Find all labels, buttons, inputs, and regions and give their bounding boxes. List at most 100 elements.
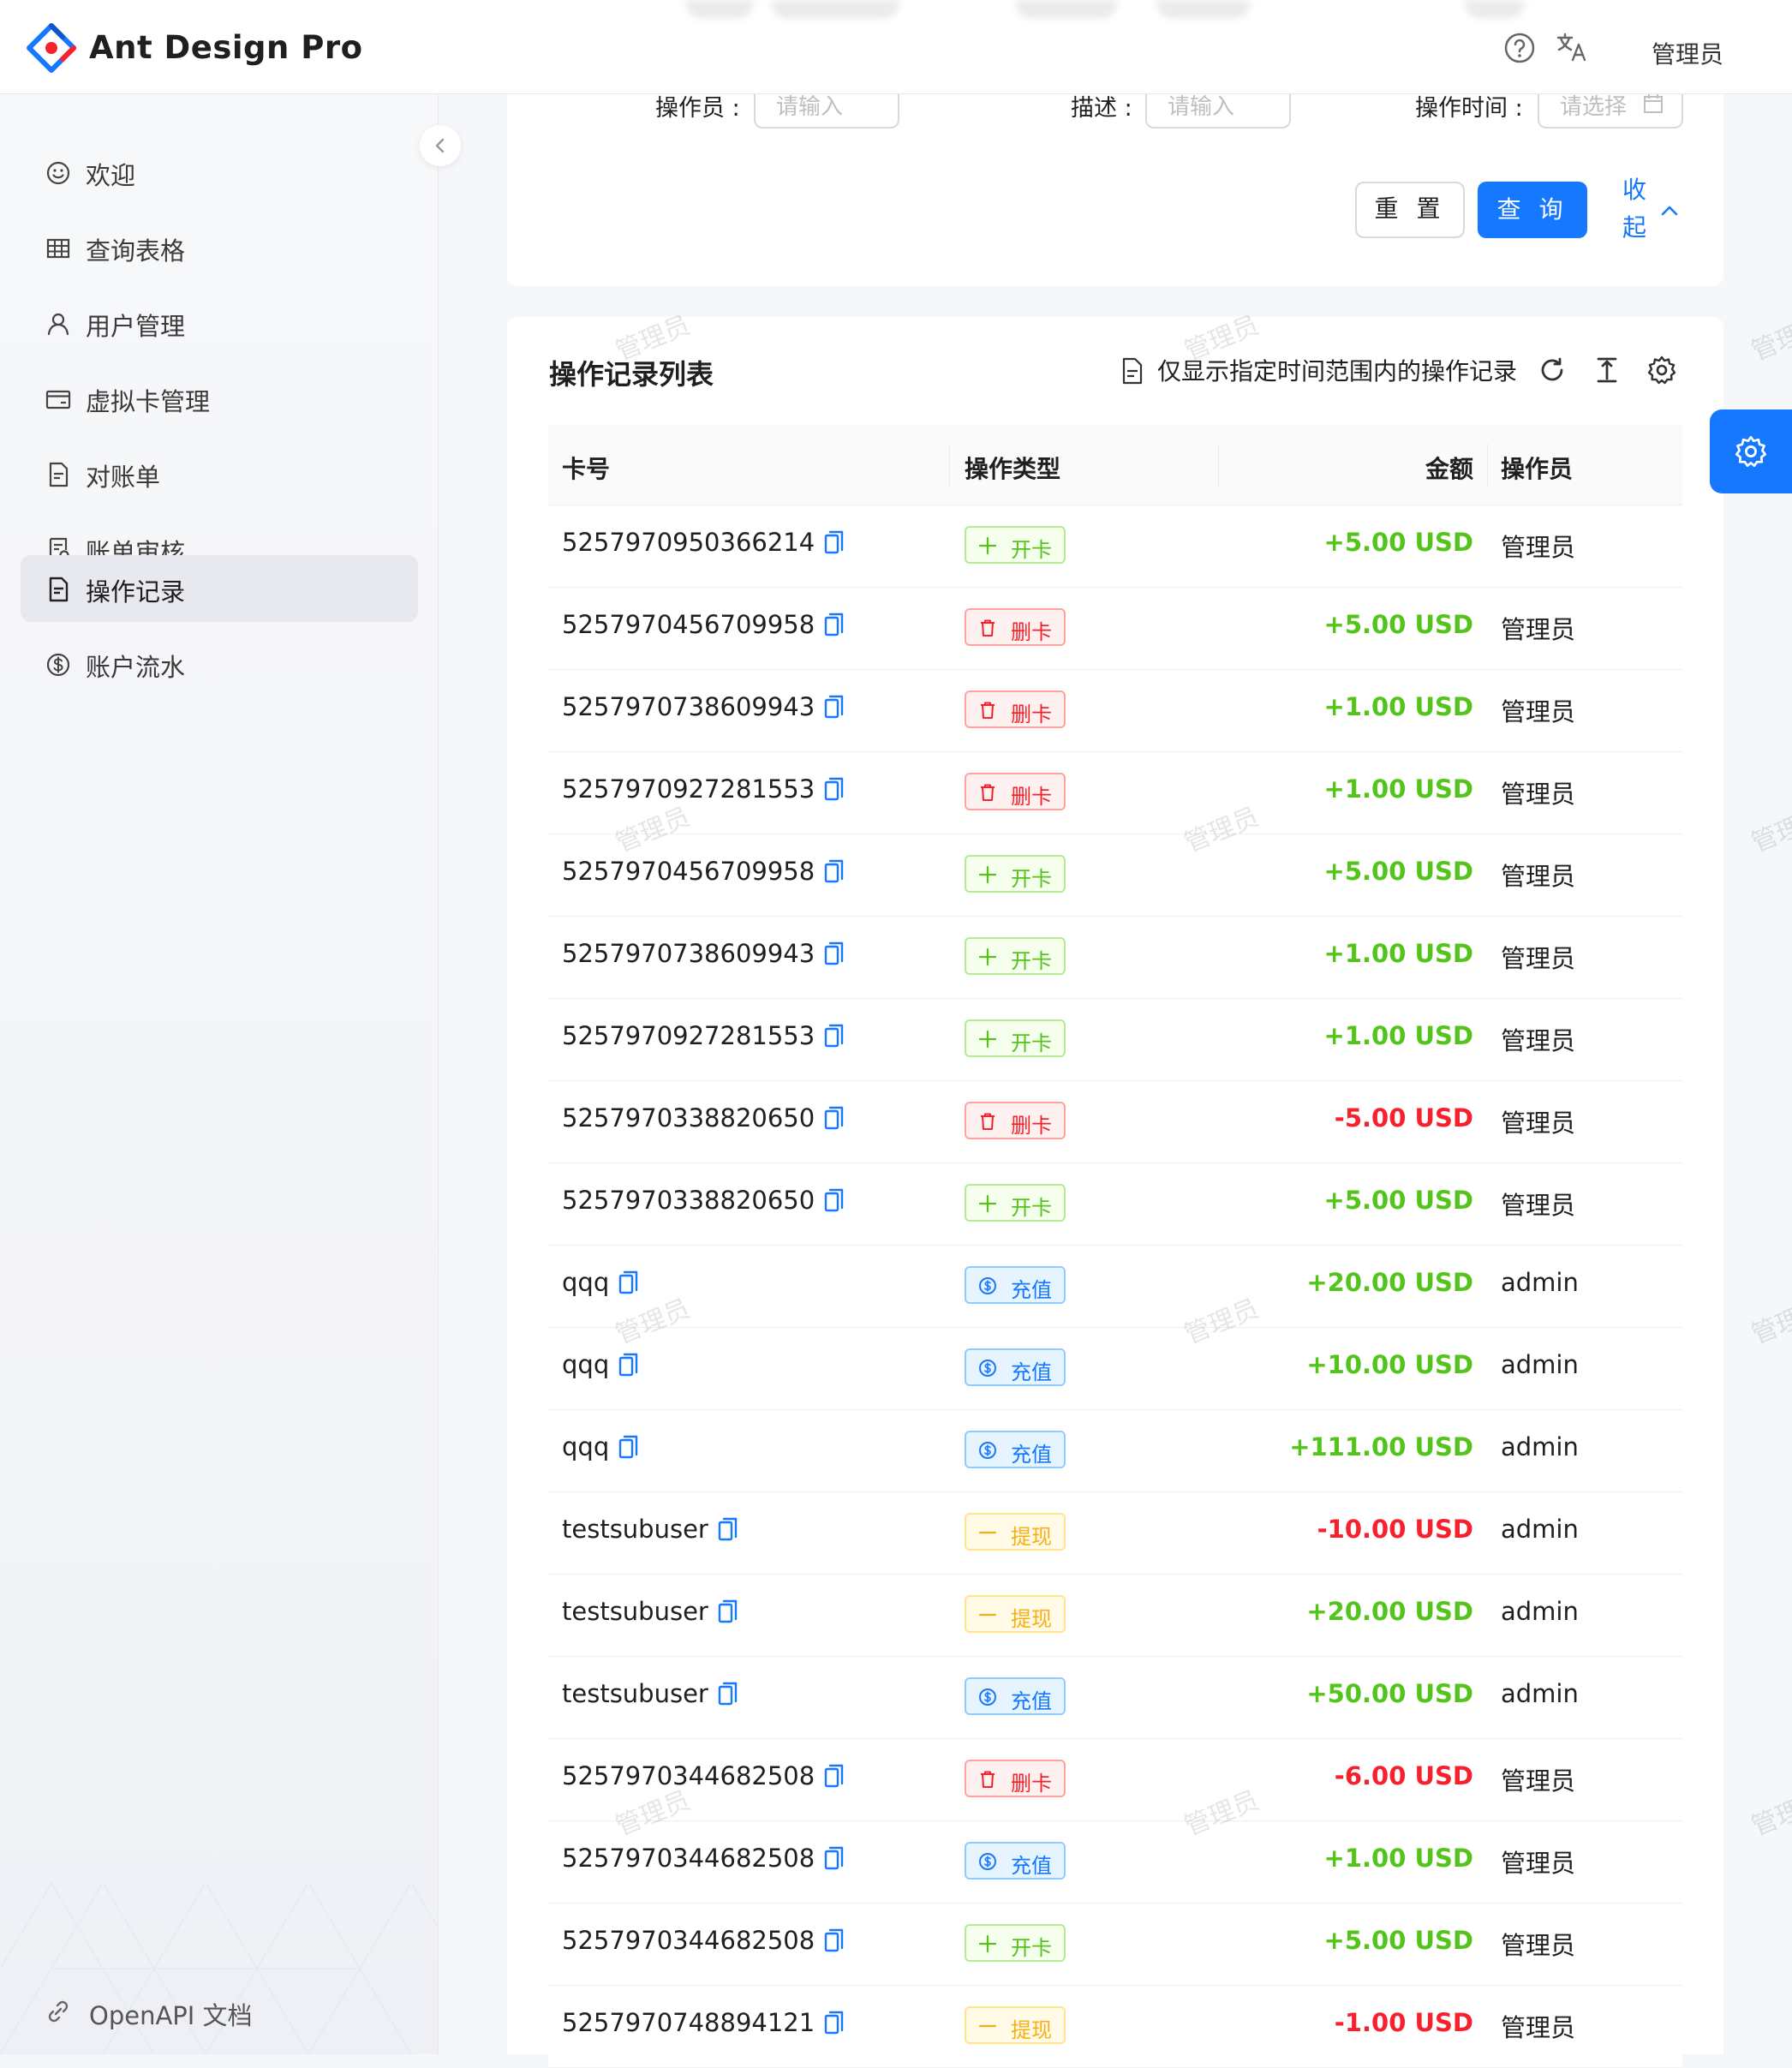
card-number-cell: 5257970738609943	[562, 939, 845, 968]
copy-icon[interactable]	[823, 1845, 845, 1871]
dollar-circle-icon	[979, 1442, 996, 1459]
card-number-cell: 5257970748894121	[562, 2008, 845, 2037]
card-number-cell: 5257970338820650	[562, 1103, 845, 1133]
table-row: 5257970338820650 开卡 +5.00 USD 管理员	[548, 1163, 1682, 1246]
table-toolbar-note: 仅显示指定时间范围内的操作记录	[1157, 357, 1518, 386]
reload-icon[interactable]	[1537, 355, 1568, 386]
copy-icon[interactable]	[823, 694, 845, 720]
copy-icon[interactable]	[717, 1681, 739, 1706]
blurred-header-element	[685, 0, 754, 19]
openapi-docs-label: OpenAPI 文档	[89, 2001, 253, 2030]
table-row: qqq 充值 +111.00 USD admin	[548, 1410, 1682, 1492]
watermark: 管理员	[1747, 1785, 1792, 1843]
copy-icon[interactable]	[823, 1763, 845, 1789]
card-number-cell: 5257970344682508	[562, 1926, 845, 1955]
sidebar-item-operation-log[interactable]: 操作记录	[21, 555, 418, 622]
column-divider	[1487, 444, 1488, 487]
sidebar-item-label: 虚拟卡管理	[86, 387, 211, 416]
operator-name: 管理员	[1501, 1849, 1576, 1878]
table-row: testsubuser 充值 +50.00 USD admin	[548, 1657, 1682, 1739]
plus-icon	[978, 1934, 997, 1953]
card-number: 5257970456709958	[562, 857, 815, 886]
column-height-icon[interactable]	[1592, 355, 1622, 386]
operation-type-label: 开卡	[1011, 538, 1052, 562]
sidebar-item-user-management[interactable]: 用户管理	[21, 290, 418, 356]
copy-icon[interactable]	[618, 1434, 640, 1460]
dollar-circle-icon	[979, 1688, 996, 1706]
chevron-left-icon	[435, 138, 445, 153]
column-header-operator[interactable]: 操作员	[1501, 451, 1573, 485]
sidebar-item-account-flow[interactable]: 账户流水	[21, 631, 418, 697]
operation-type-label: 删卡	[1011, 1772, 1052, 1796]
operator-name: admin	[1501, 1515, 1579, 1544]
operation-type-label: 提现	[1011, 1607, 1052, 1631]
plus-icon	[978, 1030, 997, 1049]
amount-value: +5.00 USD	[1323, 857, 1473, 886]
table-row: 5257970748894121 提现 -1.00 USD 管理员	[548, 1986, 1682, 2068]
card-number-cell: testsubuser	[562, 1597, 739, 1626]
card-number: 5257970738609943	[562, 939, 815, 968]
setting-icon[interactable]	[1646, 355, 1677, 386]
copy-icon[interactable]	[823, 858, 845, 884]
copy-icon[interactable]	[823, 1187, 845, 1213]
operation-type-tag: 开卡	[965, 855, 1066, 893]
sidebar-item-statement[interactable]: 对账单	[21, 440, 418, 507]
copy-icon[interactable]	[823, 1928, 845, 1953]
dollar-circle-icon	[979, 1853, 996, 1870]
amount-value: +1.00 USD	[1323, 939, 1473, 968]
copy-icon[interactable]	[823, 612, 845, 637]
sidebar-collapse-button[interactable]	[420, 125, 461, 166]
card-number: 5257970456709958	[562, 610, 815, 639]
collapse-search-link[interactable]: 收起	[1622, 171, 1650, 247]
copy-icon[interactable]	[823, 2010, 845, 2035]
card-number-cell: 5257970927281553	[562, 1021, 845, 1050]
card-number: 5257970950366214	[562, 528, 815, 557]
operator-name: 管理员	[1501, 1931, 1576, 1960]
card-number-cell: 5257970927281553	[562, 774, 845, 804]
operator-name: 管理员	[1501, 862, 1576, 891]
app-title[interactable]: Ant Design Pro	[89, 29, 363, 66]
table-row: 5257970344682508 充值 +1.00 USD 管理员	[548, 1821, 1682, 1904]
operation-type-tag: 开卡	[965, 1924, 1066, 1962]
copy-icon[interactable]	[717, 1599, 739, 1624]
amount-value: -5.00 USD	[1334, 1103, 1473, 1133]
column-header-card-number[interactable]: 卡号	[562, 451, 610, 485]
sidebar-item-label: 操作记录	[86, 577, 186, 607]
column-header-operation-type[interactable]: 操作类型	[965, 451, 1060, 485]
copy-icon[interactable]	[823, 1023, 845, 1049]
ant-design-logo-icon[interactable]	[26, 22, 77, 74]
watermark: 管理员	[1747, 802, 1792, 859]
sidebar-item-welcome[interactable]: 欢迎	[21, 139, 418, 206]
chevron-up-icon[interactable]	[1658, 199, 1681, 223]
dollar-circle-icon	[46, 653, 70, 677]
copy-icon[interactable]	[618, 1352, 640, 1378]
copy-icon[interactable]	[717, 1516, 739, 1542]
sidebar-item-virtual-card[interactable]: 虚拟卡管理	[21, 365, 418, 432]
translation-icon[interactable]	[1555, 31, 1589, 65]
query-button[interactable]: 查 询	[1478, 182, 1587, 238]
card-number-cell: 5257970456709958	[562, 857, 845, 886]
reset-button[interactable]: 重 置	[1355, 182, 1465, 238]
table-title: 操作记录列表	[549, 358, 714, 391]
copy-icon[interactable]	[823, 941, 845, 966]
amount-value: +20.00 USD	[1306, 1268, 1473, 1297]
amount-value: +1.00 USD	[1323, 692, 1473, 721]
theme-settings-button[interactable]	[1710, 409, 1792, 493]
copy-icon[interactable]	[823, 1105, 845, 1131]
sidebar-background-pattern	[0, 1882, 438, 2054]
question-circle-icon[interactable]	[1502, 31, 1537, 65]
table-row: 5257970738609943 删卡 +1.00 USD 管理员	[548, 670, 1682, 752]
copy-icon[interactable]	[823, 776, 845, 802]
operation-type-label: 删卡	[1011, 702, 1052, 726]
sidebar-item-query-table[interactable]: 查询表格	[21, 214, 418, 281]
table-header: 卡号 操作类型 金额 操作员	[548, 425, 1682, 505]
operation-type-tag: 开卡	[965, 937, 1066, 975]
current-user[interactable]: 管理员	[1652, 36, 1723, 70]
operator-name: 管理员	[1501, 944, 1576, 973]
copy-icon[interactable]	[618, 1270, 640, 1295]
operator-name: admin	[1501, 1597, 1579, 1626]
operation-type-tag: 充值	[965, 1431, 1066, 1468]
copy-icon[interactable]	[823, 529, 845, 555]
column-header-amount[interactable]: 金额	[1425, 451, 1473, 485]
operation-type-label: 充值	[1011, 1278, 1052, 1302]
